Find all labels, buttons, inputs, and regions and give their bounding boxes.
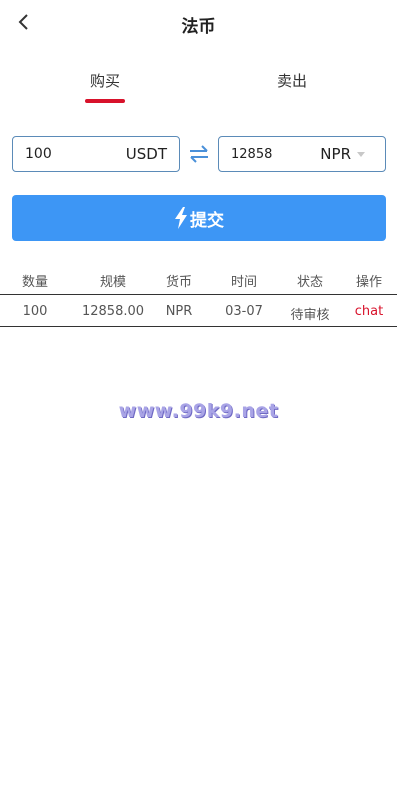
- column-header-action: 操作: [355, 275, 382, 290]
- column-header-scale: 规模: [99, 275, 126, 290]
- row-qty: 100: [22, 304, 48, 319]
- submit-button[interactable]: 提交: [12, 195, 386, 241]
- submit-label: 提交: [190, 210, 224, 231]
- usdt-unit-label: USDT: [125, 145, 167, 163]
- table-row: 100 12858.00 NPR 03-07 待审核 chat: [0, 296, 397, 327]
- caret-down-icon: [357, 152, 365, 157]
- column-header-qty: 数量: [21, 275, 48, 290]
- active-tab-indicator: [85, 99, 125, 103]
- tab-sell-label: 卖出: [276, 72, 307, 90]
- header: 法币: [0, 0, 397, 46]
- trade-tabs: 购买 卖出: [0, 70, 397, 110]
- orders-table: 数量 规模 货币 时间 状态 操作 100 12858.00 NPR 03-07…: [0, 264, 397, 327]
- fiat-amount-select[interactable]: 12858 NPR: [218, 136, 386, 172]
- usdt-amount-value: 100: [25, 146, 52, 162]
- fiat-currency-label: NPR: [320, 145, 351, 163]
- lightning-icon: [175, 207, 187, 229]
- row-time: 03-07: [225, 304, 263, 319]
- page-title: 法币: [181, 17, 216, 37]
- column-header-time: 时间: [230, 275, 257, 290]
- row-currency: NPR: [165, 304, 193, 319]
- tab-sell[interactable]: 卖出: [232, 70, 352, 106]
- column-header-currency: 货币: [165, 275, 192, 290]
- fiat-amount-value: 12858: [231, 147, 273, 162]
- swap-arrows-icon[interactable]: [187, 144, 211, 164]
- row-scale: 12858.00: [81, 304, 145, 319]
- usdt-amount-input[interactable]: 100 USDT: [12, 136, 180, 172]
- table-header: 数量 规模 货币 时间 状态 操作: [0, 264, 397, 295]
- fiat-trade-page: 法币 购买 卖出 100 USDT 12858 NPR 提交 数量 规模 货币 …: [0, 0, 397, 796]
- tab-buy[interactable]: 购买: [45, 70, 165, 106]
- chat-link[interactable]: chat: [334, 304, 397, 319]
- watermark-text: www.99k9.net: [118, 400, 279, 422]
- tab-buy-label: 购买: [89, 72, 120, 90]
